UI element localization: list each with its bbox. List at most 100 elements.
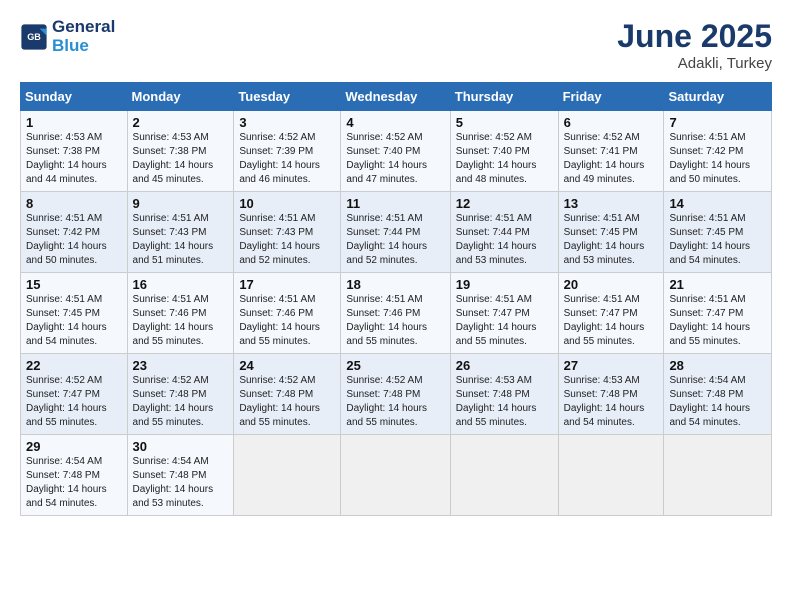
day-number: 11 <box>346 196 444 211</box>
table-row: 12 Sunrise: 4:51 AMSunset: 7:44 PMDayligh… <box>450 192 558 273</box>
calendar: Sunday Monday Tuesday Wednesday Thursday… <box>20 82 772 516</box>
day-number: 17 <box>239 277 335 292</box>
day-number: 29 <box>26 439 122 454</box>
cell-info: Sunrise: 4:53 AMSunset: 7:48 PMDaylight:… <box>564 375 645 428</box>
table-row: 29 Sunrise: 4:54 AMSunset: 7:48 PMDayligh… <box>21 435 128 516</box>
cell-info: Sunrise: 4:53 AMSunset: 7:38 PMDaylight:… <box>133 132 214 185</box>
day-number: 7 <box>669 115 766 130</box>
table-row <box>664 435 772 516</box>
cell-info: Sunrise: 4:51 AMSunset: 7:44 PMDaylight:… <box>346 213 427 266</box>
day-number: 24 <box>239 358 335 373</box>
cell-info: Sunrise: 4:51 AMSunset: 7:46 PMDaylight:… <box>133 294 214 347</box>
header: GB General Blue June 2025 Adakli, Turkey <box>20 18 772 72</box>
cell-info: Sunrise: 4:52 AMSunset: 7:41 PMDaylight:… <box>564 132 645 185</box>
table-row: 23 Sunrise: 4:52 AMSunset: 7:48 PMDayligh… <box>127 354 234 435</box>
day-number: 23 <box>133 358 229 373</box>
cell-info: Sunrise: 4:52 AMSunset: 7:48 PMDaylight:… <box>346 375 427 428</box>
col-thursday: Thursday <box>450 83 558 111</box>
day-number: 20 <box>564 277 659 292</box>
col-friday: Friday <box>558 83 664 111</box>
day-number: 16 <box>133 277 229 292</box>
cell-info: Sunrise: 4:51 AMSunset: 7:45 PMDaylight:… <box>669 213 750 266</box>
cell-info: Sunrise: 4:52 AMSunset: 7:48 PMDaylight:… <box>133 375 214 428</box>
col-tuesday: Tuesday <box>234 83 341 111</box>
table-row: 11 Sunrise: 4:51 AMSunset: 7:44 PMDayligh… <box>341 192 450 273</box>
table-row: 20 Sunrise: 4:51 AMSunset: 7:47 PMDayligh… <box>558 273 664 354</box>
col-wednesday: Wednesday <box>341 83 450 111</box>
table-row: 10Sunrise: 4:51 AMSunset: 7:43 PMDayligh… <box>234 192 341 273</box>
cell-info: Sunrise: 4:51 AMSunset: 7:45 PMDaylight:… <box>564 213 645 266</box>
day-number: 30 <box>133 439 229 454</box>
table-row: 18Sunrise: 4:51 AMSunset: 7:46 PMDayligh… <box>341 273 450 354</box>
table-row: 7 Sunrise: 4:51 AMSunset: 7:42 PMDaylight… <box>664 111 772 192</box>
cell-info: Sunrise: 4:52 AMSunset: 7:40 PMDaylight:… <box>346 132 427 185</box>
cell-info: Sunrise: 4:54 AMSunset: 7:48 PMDaylight:… <box>133 456 214 509</box>
day-number: 14 <box>669 196 766 211</box>
day-number: 10 <box>239 196 335 211</box>
calendar-week-row: 8 Sunrise: 4:51 AMSunset: 7:42 PMDaylight… <box>21 192 772 273</box>
table-row: 27 Sunrise: 4:53 AMSunset: 7:48 PMDayligh… <box>558 354 664 435</box>
table-row: 2Sunrise: 4:53 AMSunset: 7:38 PMDaylight… <box>127 111 234 192</box>
day-number: 8 <box>26 196 122 211</box>
table-row: 3 Sunrise: 4:52 AMSunset: 7:39 PMDaylight… <box>234 111 341 192</box>
table-row: 28 Sunrise: 4:54 AMSunset: 7:48 PMDayligh… <box>664 354 772 435</box>
day-number: 1 <box>26 115 122 130</box>
cell-info: Sunrise: 4:51 AMSunset: 7:46 PMDaylight:… <box>239 294 320 347</box>
day-number: 22 <box>26 358 122 373</box>
day-number: 19 <box>456 277 553 292</box>
day-number: 26 <box>456 358 553 373</box>
cell-info: Sunrise: 4:51 AMSunset: 7:42 PMDaylight:… <box>26 213 107 266</box>
table-row: 25 Sunrise: 4:52 AMSunset: 7:48 PMDayligh… <box>341 354 450 435</box>
location: Adakli, Turkey <box>617 55 772 72</box>
page: GB General Blue June 2025 Adakli, Turkey… <box>0 0 792 612</box>
table-row: 1Sunrise: 4:53 AMSunset: 7:38 PMDaylight… <box>21 111 128 192</box>
day-number: 3 <box>239 115 335 130</box>
logo-text: General Blue <box>52 18 115 55</box>
logo: GB General Blue <box>20 18 115 55</box>
cell-info: Sunrise: 4:51 AMSunset: 7:47 PMDaylight:… <box>456 294 537 347</box>
day-number: 27 <box>564 358 659 373</box>
cell-info: Sunrise: 4:51 AMSunset: 7:47 PMDaylight:… <box>564 294 645 347</box>
table-row: 26 Sunrise: 4:53 AMSunset: 7:48 PMDayligh… <box>450 354 558 435</box>
col-saturday: Saturday <box>664 83 772 111</box>
logo-icon: GB <box>20 23 48 51</box>
table-row: 19 Sunrise: 4:51 AMSunset: 7:47 PMDayligh… <box>450 273 558 354</box>
table-row: 22 Sunrise: 4:52 AMSunset: 7:47 PMDayligh… <box>21 354 128 435</box>
table-row <box>450 435 558 516</box>
calendar-week-row: 1 Sunrise: 4:53 AMSunset: 7:38 PMDaylight… <box>21 111 772 192</box>
day-number: 12 <box>456 196 553 211</box>
cell-info: Sunrise: 4:51 AMSunset: 7:44 PMDaylight:… <box>456 213 537 266</box>
cell-info: Sunrise: 4:54 AMSunset: 7:48 PMDaylight:… <box>669 375 750 428</box>
day-number: 18 <box>346 277 444 292</box>
table-row: 14 Sunrise: 4:51 AMSunset: 7:45 PMDayligh… <box>664 192 772 273</box>
cell-info: Sunrise: 4:52 AMSunset: 7:40 PMDaylight:… <box>456 132 537 185</box>
table-row <box>234 435 341 516</box>
table-row: 5Sunrise: 4:52 AMSunset: 7:40 PMDaylight… <box>450 111 558 192</box>
table-row: 21Sunrise: 4:51 AMSunset: 7:47 PMDayligh… <box>664 273 772 354</box>
table-row: 30 Sunrise: 4:54 AMSunset: 7:48 PMDayligh… <box>127 435 234 516</box>
day-number: 9 <box>133 196 229 211</box>
cell-info: Sunrise: 4:51 AMSunset: 7:47 PMDaylight:… <box>669 294 750 347</box>
cell-info: Sunrise: 4:51 AMSunset: 7:45 PMDaylight:… <box>26 294 107 347</box>
calendar-week-row: 15Sunrise: 4:51 AMSunset: 7:45 PMDayligh… <box>21 273 772 354</box>
table-row: 17 Sunrise: 4:51 AMSunset: 7:46 PMDayligh… <box>234 273 341 354</box>
table-row: 16 Sunrise: 4:51 AMSunset: 7:46 PMDayligh… <box>127 273 234 354</box>
month-title: June 2025 <box>617 18 772 55</box>
day-number: 6 <box>564 115 659 130</box>
cell-info: Sunrise: 4:54 AMSunset: 7:48 PMDaylight:… <box>26 456 107 509</box>
title-block: June 2025 Adakli, Turkey <box>617 18 772 72</box>
table-row: 15Sunrise: 4:51 AMSunset: 7:45 PMDayligh… <box>21 273 128 354</box>
table-row: 8 Sunrise: 4:51 AMSunset: 7:42 PMDaylight… <box>21 192 128 273</box>
cell-info: Sunrise: 4:51 AMSunset: 7:43 PMDaylight:… <box>133 213 214 266</box>
cell-info: Sunrise: 4:52 AMSunset: 7:39 PMDaylight:… <box>239 132 320 185</box>
col-monday: Monday <box>127 83 234 111</box>
calendar-week-row: 22 Sunrise: 4:52 AMSunset: 7:47 PMDayligh… <box>21 354 772 435</box>
day-number: 25 <box>346 358 444 373</box>
col-sunday: Sunday <box>21 83 128 111</box>
cell-info: Sunrise: 4:53 AMSunset: 7:48 PMDaylight:… <box>456 375 537 428</box>
table-row: 24Sunrise: 4:52 AMSunset: 7:48 PMDayligh… <box>234 354 341 435</box>
cell-info: Sunrise: 4:51 AMSunset: 7:42 PMDaylight:… <box>669 132 750 185</box>
cell-info: Sunrise: 4:52 AMSunset: 7:47 PMDaylight:… <box>26 375 107 428</box>
day-number: 28 <box>669 358 766 373</box>
table-row: 9 Sunrise: 4:51 AMSunset: 7:43 PMDaylight… <box>127 192 234 273</box>
